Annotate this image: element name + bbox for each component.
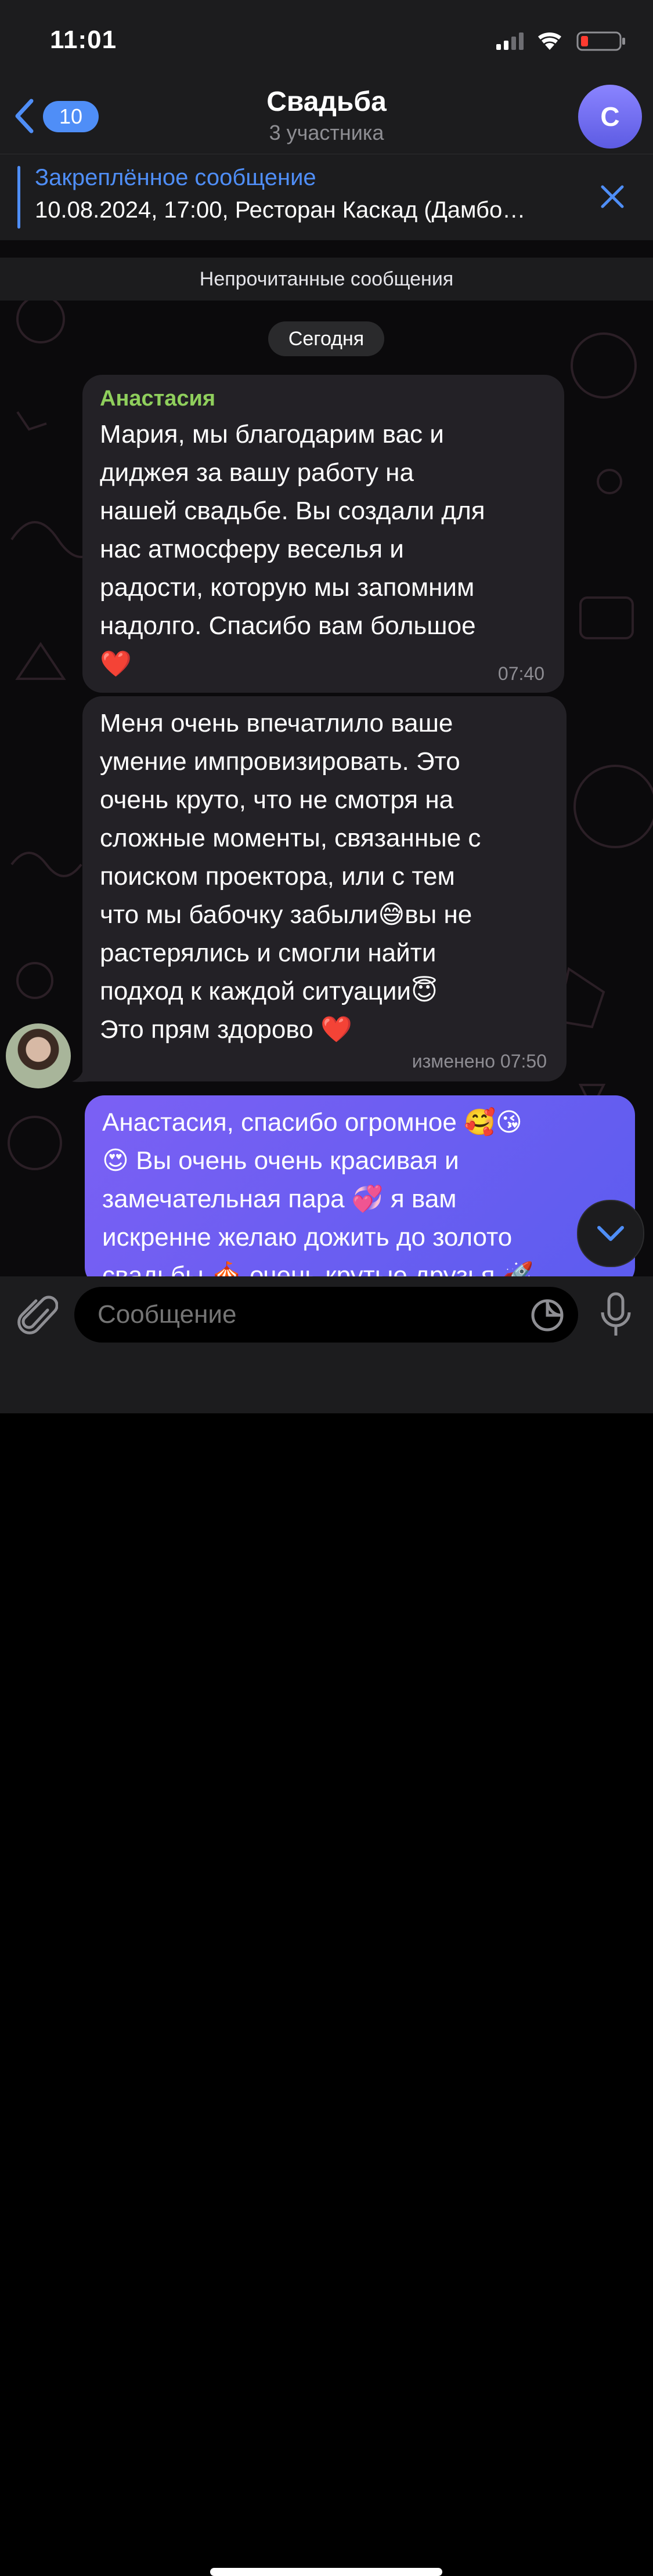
message-text: Анастасия, спасибо огромное 🥰😘 😍 Вы очен… [102,1108,534,1290]
close-icon[interactable] [599,183,626,210]
sender-name[interactable]: Анастасия [100,386,215,411]
home-indicator [210,2568,442,2576]
chevron-down-icon [597,1226,624,1241]
message-input[interactable] [74,1287,578,1343]
message-text: Мария, мы благодарим вас и диджея за ваш… [100,420,485,678]
scroll-to-bottom-button[interactable] [577,1200,644,1267]
unread-messages-banner: Непрочитанные сообщения [0,258,653,301]
pinned-text: 10.08.2024, 17:00, Ресторан Каскад (Дамб… [35,197,526,223]
battery-icon [576,31,625,51]
pinned-title: Закреплённое сообщение [35,165,316,190]
status-icons [496,31,625,51]
pinned-message-bar[interactable]: Закреплённое сообщение 10.08.2024, 17:00… [0,154,653,240]
status-time: 11:01 [50,26,117,54]
chat-title[interactable]: Свадьба [0,86,653,118]
sticker-icon[interactable] [531,1298,564,1332]
incoming-message[interactable]: Анастасия Мария, мы благодарим вас и дид… [82,375,564,693]
message-composer [0,1276,653,2576]
group-avatar[interactable]: С [578,85,642,149]
message-text: Меня очень впечатлило ваше умение импров… [100,709,481,1044]
wifi-icon [538,32,561,50]
incoming-message[interactable]: Меня очень впечатлило ваше умение импров… [82,696,567,1081]
signal-icon [496,32,524,50]
navigation-header: 11:01 10 Свадьба 3 участника С [0,0,653,154]
message-edited-time: изменено 07:50 [412,1051,547,1072]
date-separator: Сегодня [268,321,384,356]
pinned-indicator [17,166,20,229]
bubble-tail [72,1065,89,1082]
chat-subtitle: 3 участника [269,121,384,144]
message-time: 07:40 [497,663,544,684]
paperclip-icon[interactable] [17,1293,58,1339]
microphone-icon[interactable] [598,1291,634,1339]
outgoing-message[interactable]: Анастасия, спасибо огромное 🥰😘 😍 Вы очен… [85,1095,635,1290]
avatar[interactable] [6,1023,71,1088]
